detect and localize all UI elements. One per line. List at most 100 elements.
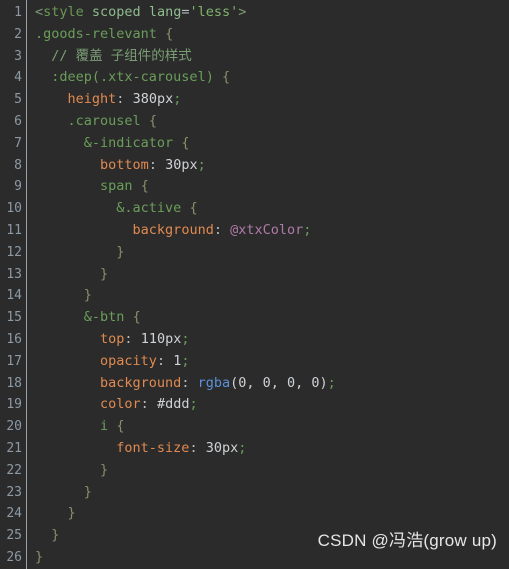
token-string: 'less' — [189, 4, 239, 20]
token-tag: style — [43, 4, 84, 20]
token-value — [124, 91, 132, 107]
token-semi: ; — [197, 156, 206, 173]
token-brace: } — [83, 287, 92, 304]
token-semi: ; — [181, 330, 190, 347]
code-line-16[interactable]: top: 110px; — [35, 329, 509, 351]
token-brace: { — [189, 200, 198, 217]
code-line-21[interactable]: font-size: 30px; — [35, 438, 509, 460]
token-selector: &-indicator — [83, 134, 174, 151]
token-value — [141, 4, 149, 20]
token-brace: { — [116, 418, 125, 435]
token-prop: background — [132, 221, 214, 238]
token-brace: } — [67, 505, 76, 522]
line-number-23: 23 — [6, 484, 22, 500]
token-prop: font-size — [116, 439, 190, 456]
line-number-20: 20 — [6, 419, 22, 435]
code-line-7[interactable]: &-indicator { — [35, 133, 509, 155]
token-semi: ; — [238, 439, 247, 456]
code-line-11[interactable]: background: @xtxColor; — [35, 220, 509, 242]
code-line-15[interactable]: &-btn { — [35, 307, 509, 329]
token-selector: :deep(.xtx-carousel) — [51, 69, 214, 86]
token-colon: : — [213, 221, 222, 238]
token-value: 110px — [140, 330, 182, 347]
line-number-16: 16 — [6, 331, 22, 347]
token-punct: < — [35, 4, 44, 20]
code-line-22[interactable]: } — [35, 460, 509, 482]
line-number-7: 7 — [14, 135, 22, 151]
line-number-17: 17 — [6, 353, 22, 369]
code-line-1[interactable]: <style scoped lang='less'> — [35, 2, 509, 24]
token-brace: } — [35, 548, 44, 565]
code-editor: 1 2 3 4 5 6 7 8 9 10 11 12 13 14 15 16 17 18 19 20 21 22 23 24 2… — [0, 0, 509, 569]
line-number-3: 3 — [14, 48, 22, 64]
code-line-12[interactable]: } — [35, 242, 509, 264]
line-number-11: 11 — [6, 222, 22, 238]
token-brace: { — [148, 112, 157, 129]
token-prop: height — [67, 91, 117, 108]
token-value — [133, 178, 141, 194]
code-line-10[interactable]: &.active { — [35, 198, 509, 220]
code-line-13[interactable]: } — [35, 264, 509, 286]
code-line-23[interactable]: } — [35, 482, 509, 504]
token-prop: top — [100, 330, 125, 347]
code-line-18[interactable]: background: rgba(0, 0, 0, 0); — [35, 373, 509, 395]
token-colon: = — [181, 4, 190, 20]
token-value: 380px — [132, 91, 174, 108]
token-prop: opacity — [100, 352, 157, 369]
code-line-2[interactable]: .goods-relevant { — [35, 24, 509, 46]
token-value — [149, 396, 157, 412]
code-line-9[interactable]: span { — [35, 176, 509, 198]
line-number-1: 1 — [14, 5, 22, 20]
code-line-20[interactable]: i { — [35, 416, 509, 438]
token-prop: color — [100, 396, 141, 413]
token-colon: : — [124, 330, 133, 347]
code-line-8[interactable]: bottom: 30px; — [35, 155, 509, 177]
line-number-24: 24 — [6, 506, 22, 522]
token-brace: } — [83, 483, 92, 500]
line-number-9: 9 — [14, 179, 22, 195]
token-value: 30px — [165, 156, 198, 173]
line-number-25: 25 — [6, 528, 22, 544]
token-semi: ; — [173, 91, 182, 108]
token-comment: // 覆盖 子组件的样式 — [51, 47, 192, 64]
code-line-24[interactable]: } — [35, 503, 509, 525]
token-value: 30px — [205, 439, 239, 456]
code-line-17[interactable]: opacity: 1; — [35, 351, 509, 373]
line-number-2: 2 — [14, 26, 22, 42]
line-number-10: 10 — [6, 201, 22, 217]
line-number-18: 18 — [6, 375, 22, 391]
code-line-4[interactable]: :deep(.xtx-carousel) { — [35, 67, 509, 89]
csdn-watermark: CSDN @冯浩(grow up) — [317, 531, 497, 550]
code-line-6[interactable]: .carousel { — [35, 111, 509, 133]
token-value — [165, 353, 173, 369]
line-number-gutter: 1 2 3 4 5 6 7 8 9 10 11 12 13 14 15 16 17 18 19 20 21 22 23 24 2… — [0, 0, 27, 569]
code-line-14[interactable]: } — [35, 285, 509, 307]
token-brace: { — [221, 69, 231, 86]
token-value — [214, 69, 222, 85]
line-number-8: 8 — [14, 157, 22, 173]
line-number-26: 26 — [6, 549, 22, 565]
code-line-5[interactable]: height: 380px; — [35, 89, 509, 111]
code-line-19[interactable]: color: #ddd; — [35, 394, 509, 416]
token-attr: scoped — [91, 4, 141, 20]
token-brace: } — [100, 265, 109, 282]
token-brace: } — [51, 527, 60, 544]
code-line-3[interactable]: // 覆盖 子组件的样式 — [35, 46, 509, 68]
code-area[interactable]: <style scoped lang='less'> .goods-relevan… — [27, 0, 509, 569]
token-value — [124, 309, 132, 325]
